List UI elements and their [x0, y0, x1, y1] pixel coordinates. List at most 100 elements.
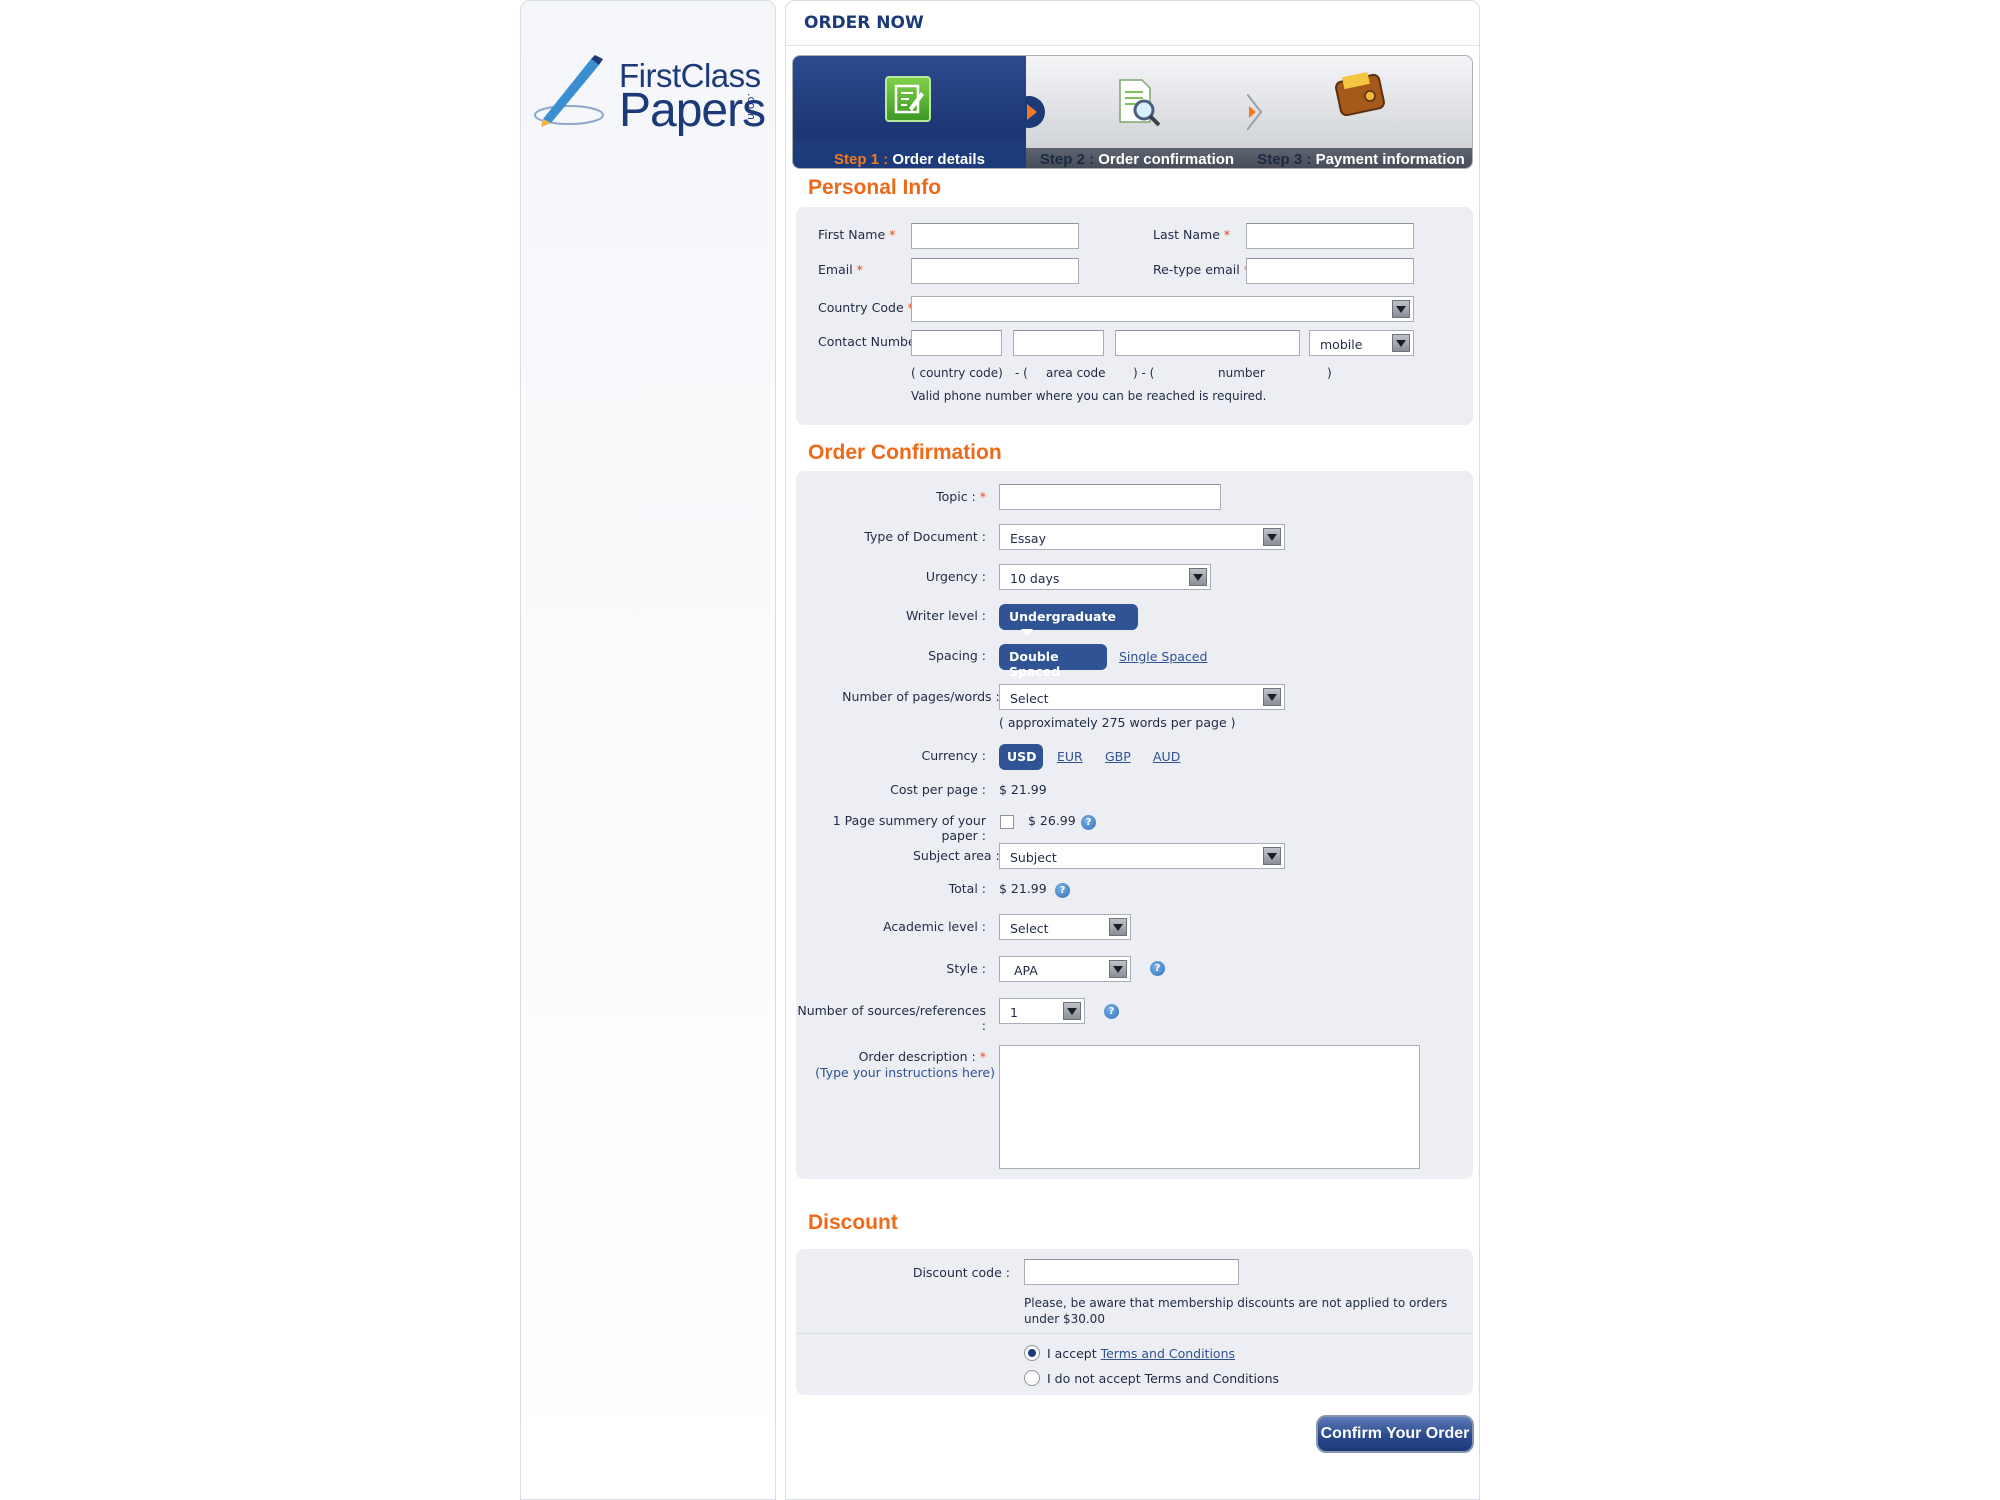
- doc-type-label: Type of Document :: [864, 529, 986, 544]
- cost-per-page-value: $ 21.99: [999, 782, 1047, 797]
- required-mark: *: [856, 262, 863, 277]
- step-order-confirmation[interactable]: Step 2 : Order confirmation: [1026, 56, 1248, 168]
- spacing-single-option[interactable]: Single Spaced: [1119, 649, 1207, 664]
- personal-info-panel: First Name * Last Name * Email * Re-type…: [796, 207, 1473, 425]
- help-icon[interactable]: ?: [1055, 883, 1070, 898]
- academic-level-label: Academic level :: [883, 919, 986, 934]
- order-description-textarea[interactable]: [999, 1045, 1420, 1169]
- wallet-icon: [1334, 70, 1385, 117]
- style-select[interactable]: APA: [999, 956, 1131, 982]
- hint-number: number: [1218, 366, 1265, 380]
- summary-checkbox[interactable]: [1000, 815, 1014, 829]
- hint-separator-1: - (: [1015, 366, 1028, 380]
- step-order-details[interactable]: Step 1 : Order details: [793, 56, 1026, 168]
- chevron-down-icon: [1392, 334, 1410, 352]
- currency-aud[interactable]: AUD: [1153, 749, 1180, 764]
- discount-divider: [796, 1333, 1473, 1334]
- academic-level-select[interactable]: Select: [999, 914, 1131, 940]
- pages-select[interactable]: Select: [999, 684, 1285, 710]
- discount-panel: Discount code : Please, be aware that me…: [796, 1249, 1473, 1395]
- summary-label: 1 Page summery of your paper :: [832, 813, 986, 843]
- contact-number-label: Contact Number: [818, 334, 921, 349]
- required-mark: *: [889, 227, 896, 242]
- urgency-value: 10 days: [1010, 571, 1060, 586]
- doc-type-value: Essay: [1010, 531, 1046, 546]
- subject-value: Subject: [1010, 850, 1057, 865]
- last-name-input[interactable]: [1246, 223, 1414, 249]
- phone-note: Valid phone number where you can be reac…: [911, 389, 1267, 403]
- order-form-panel: ORDER NOW Step 1 : Order details Step 2 …: [785, 0, 1480, 1500]
- phone-country-code-input[interactable]: [911, 330, 1002, 356]
- chevron-down-icon: [1392, 300, 1410, 318]
- step3-bar: Step 3 : Payment information: [1248, 148, 1472, 168]
- discount-code-label: Discount code :: [912, 1265, 1010, 1280]
- hint-separator-2: ) - (: [1133, 366, 1155, 380]
- discount-code-input[interactable]: [1024, 1259, 1239, 1285]
- brand-name-line2: Papers: [619, 84, 766, 137]
- step1-bar: Step 1 : Order details: [793, 148, 1026, 168]
- pen-icon: [534, 55, 604, 127]
- chevron-down-icon: [1063, 1002, 1081, 1020]
- currency-gbp[interactable]: GBP: [1105, 749, 1131, 764]
- topic-input[interactable]: [999, 484, 1221, 510]
- style-label: Style :: [946, 961, 986, 976]
- urgency-select[interactable]: 10 days: [999, 564, 1211, 590]
- decline-terms-label: I do not accept Terms and Conditions: [1047, 1371, 1280, 1386]
- step1-number: Step 1 :: [834, 151, 889, 168]
- first-name-input[interactable]: [911, 223, 1079, 249]
- description-label: Order description :: [858, 1049, 976, 1064]
- retype-email-input[interactable]: [1246, 258, 1414, 284]
- brand-suffix: .com: [745, 93, 758, 120]
- currency-eur[interactable]: EUR: [1057, 749, 1083, 764]
- pages-value: Select: [1010, 691, 1049, 706]
- confirm-order-button[interactable]: Confirm Your Order: [1316, 1415, 1474, 1453]
- pages-label: Number of pages/words :: [842, 689, 1000, 704]
- pages-note: ( approximately 275 words per page ): [999, 715, 1236, 730]
- total-label: Total :: [948, 881, 986, 896]
- sources-select[interactable]: 1: [999, 998, 1085, 1024]
- style-value: APA: [1014, 963, 1038, 978]
- step2-label: Order confirmation: [1098, 151, 1235, 168]
- brand-logo[interactable]: FirstClass Papers .com: [533, 53, 773, 137]
- step-payment-information[interactable]: Step 3 : Payment information: [1248, 56, 1472, 168]
- currency-usd[interactable]: USD: [999, 744, 1043, 770]
- subject-select[interactable]: Subject: [999, 843, 1285, 869]
- phone-number-input[interactable]: [1115, 330, 1300, 356]
- step3-number: Step 3 :: [1257, 151, 1312, 168]
- accept-terms-radio[interactable]: [1024, 1345, 1040, 1361]
- chevron-down-icon: [1109, 960, 1127, 978]
- help-icon[interactable]: ?: [1150, 961, 1165, 976]
- description-hint: (Type your instructions here): [815, 1065, 995, 1080]
- step1-label: Order details: [892, 151, 985, 168]
- phone-type-select[interactable]: mobile: [1309, 330, 1414, 356]
- required-mark: *: [979, 1049, 986, 1064]
- decline-terms-radio[interactable]: [1024, 1370, 1040, 1386]
- spacing-double-option[interactable]: Double Spaced: [999, 644, 1107, 679]
- currency-label: Currency :: [921, 748, 986, 763]
- last-name-label: Last Name: [1153, 227, 1220, 242]
- page-title: ORDER NOW: [804, 13, 924, 33]
- country-code-label: Country Code: [818, 300, 904, 315]
- step2-number: Step 2 :: [1039, 151, 1095, 168]
- step3-label: Payment information: [1315, 151, 1465, 168]
- phone-type-value: mobile: [1320, 337, 1363, 352]
- help-icon[interactable]: ?: [1081, 815, 1096, 830]
- email-input[interactable]: [911, 258, 1079, 284]
- sidebar: FirstClass Papers .com: [520, 0, 776, 1500]
- caret-down-icon: [1021, 629, 1033, 636]
- country-code-select[interactable]: [911, 296, 1414, 322]
- writer-level-label: Writer level :: [905, 608, 986, 623]
- required-mark: *: [979, 489, 986, 504]
- writer-level-dropdown[interactable]: Undergraduate: [999, 604, 1138, 636]
- accept-terms-label: I accept: [1047, 1346, 1097, 1361]
- hint-close: ): [1327, 366, 1332, 380]
- terms-link[interactable]: Terms and Conditions: [1101, 1346, 1235, 1361]
- retype-email-label: Re-type email: [1153, 262, 1240, 277]
- help-icon[interactable]: ?: [1104, 1004, 1119, 1019]
- chevron-down-icon: [1263, 847, 1281, 865]
- doc-type-select[interactable]: Essay: [999, 524, 1285, 550]
- phone-area-code-input[interactable]: [1013, 330, 1104, 356]
- edit-document-icon: [885, 76, 931, 122]
- required-mark: *: [1223, 227, 1231, 242]
- total-value: $ 21.99: [999, 881, 1047, 896]
